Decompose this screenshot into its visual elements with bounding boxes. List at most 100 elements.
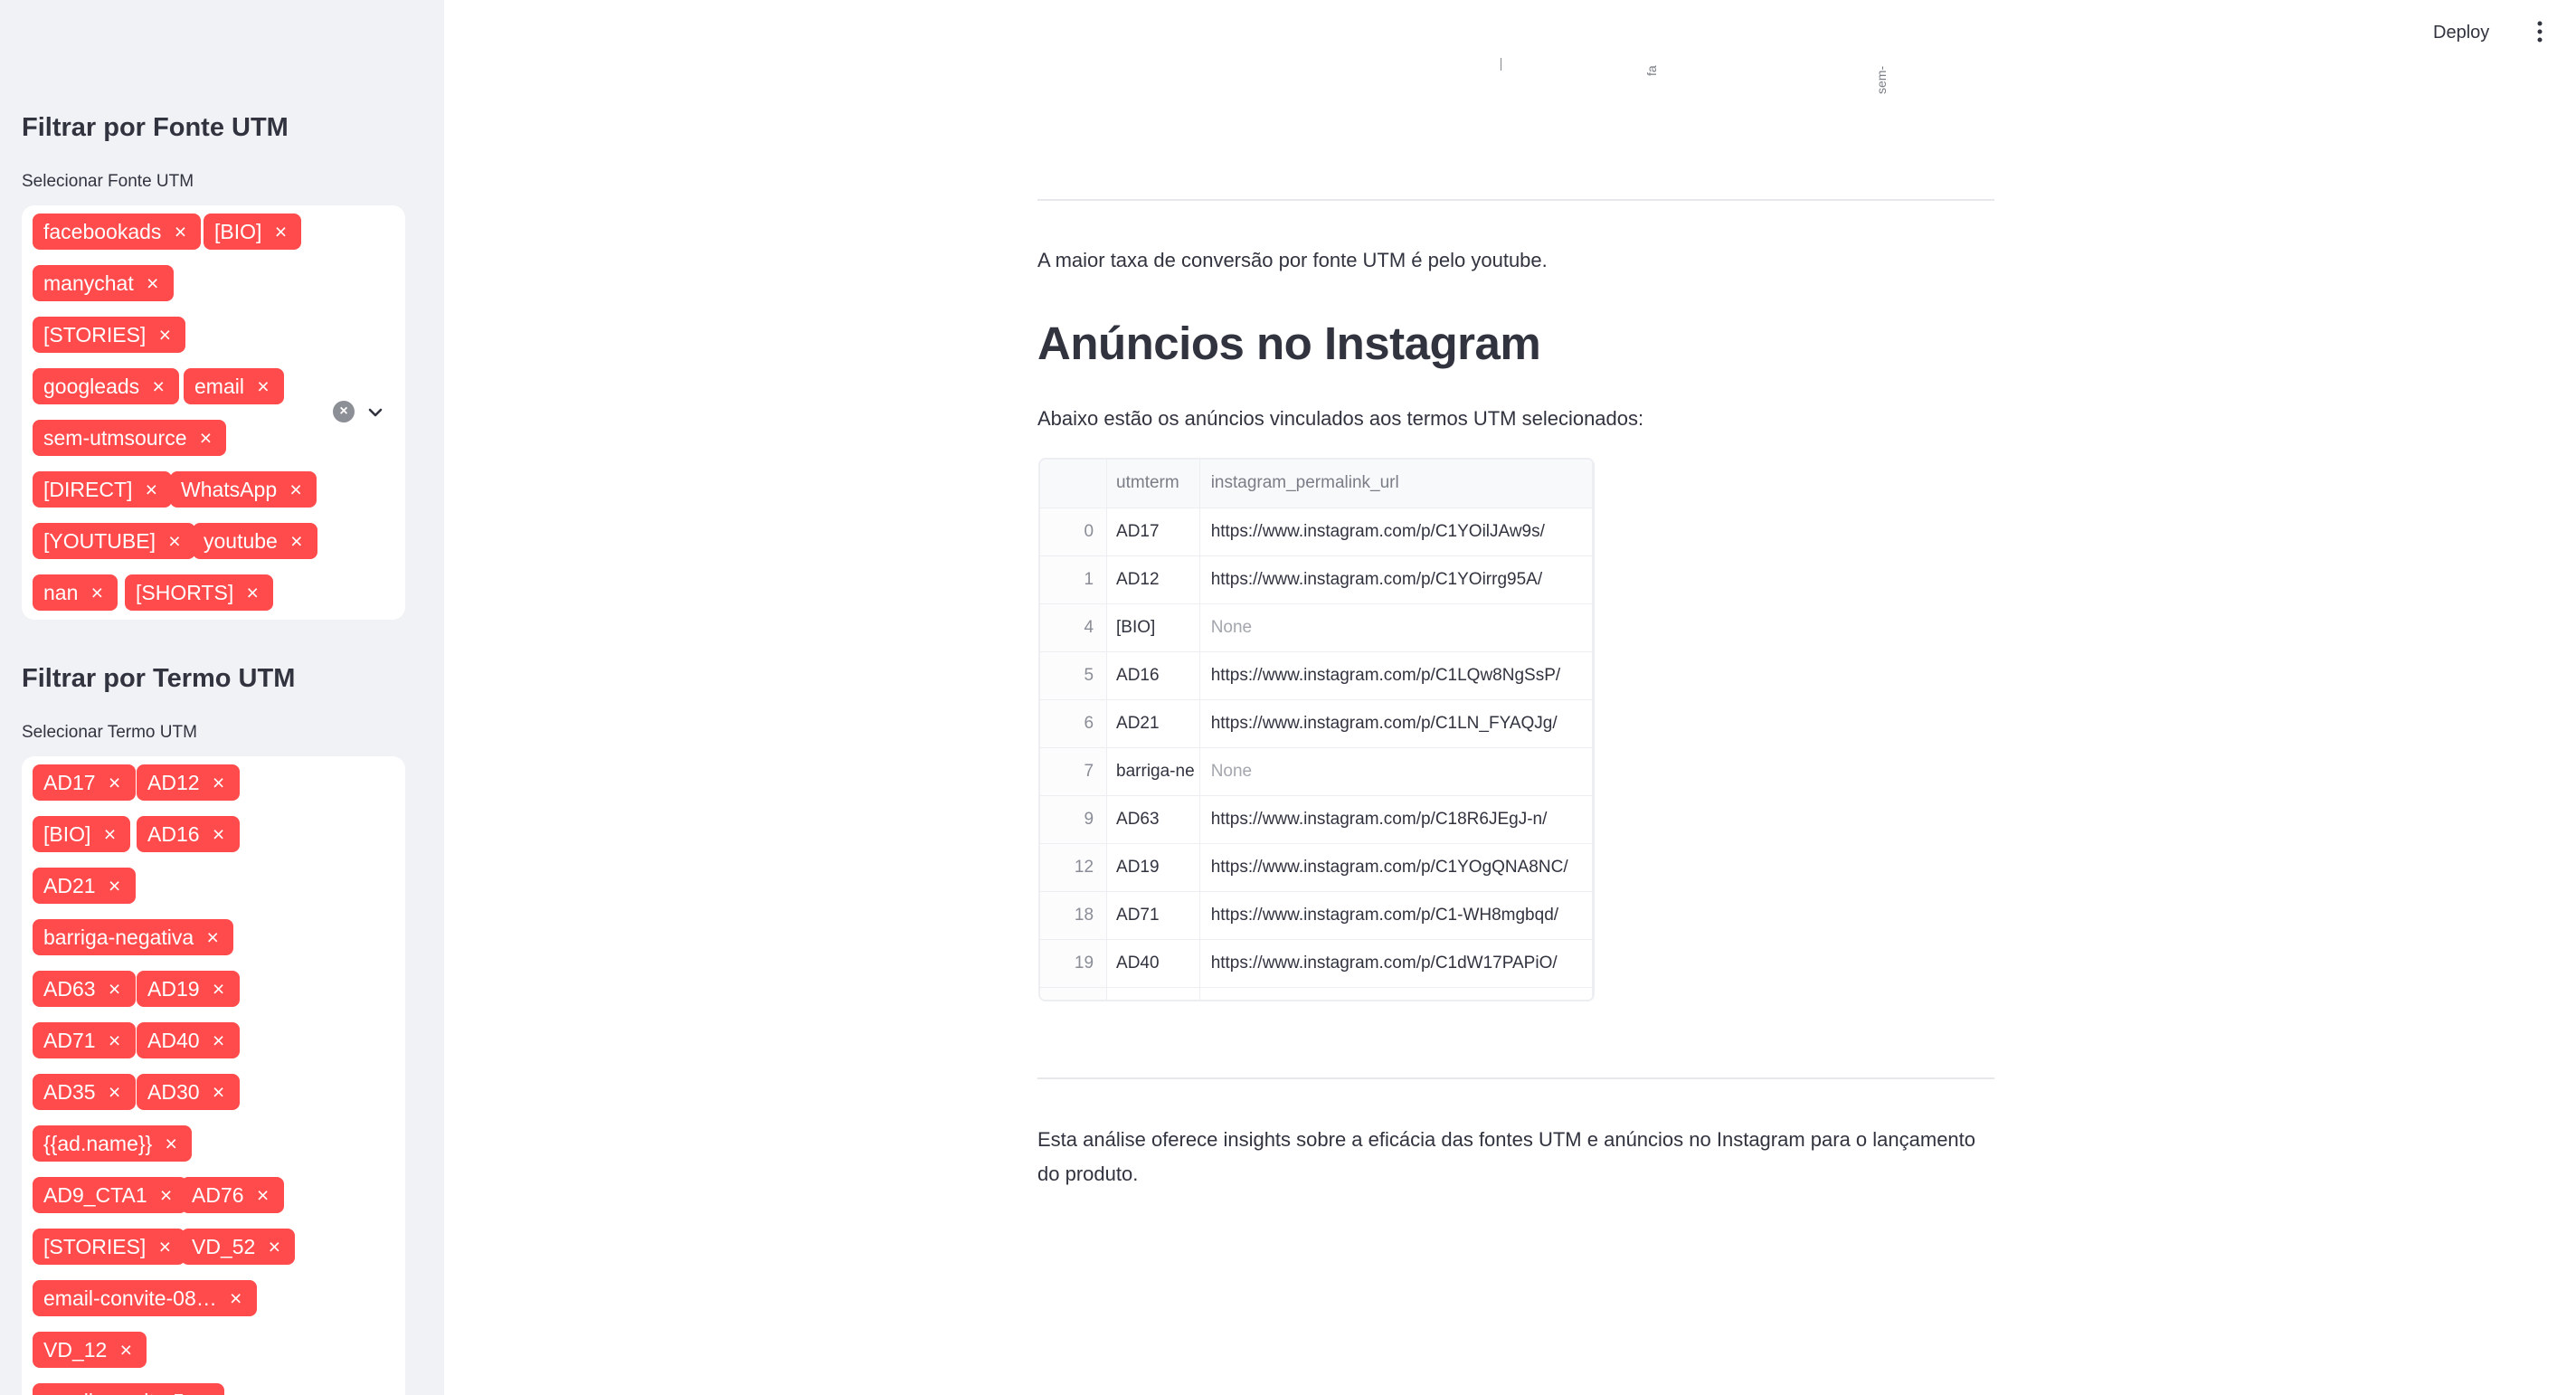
column-header-utmterm[interactable]: utmterm [1106, 460, 1200, 508]
cell-utmterm[interactable]: barriga-ne [1106, 747, 1200, 796]
table-header-row: utmterm instagram_permalink_url [1040, 460, 1593, 508]
remove-tag-icon[interactable]: × [253, 1177, 273, 1213]
row-index: 12 [1040, 843, 1108, 892]
tag-label: [DIRECT] [43, 478, 133, 501]
tag-label: AD71 [43, 1029, 96, 1052]
cell-utmterm[interactable]: AD19 [1106, 843, 1200, 892]
remove-tag-icon[interactable]: × [264, 1229, 284, 1265]
table-row[interactable]: 4 [BIO] None [1040, 603, 1593, 652]
cell-permalink[interactable]: None [1199, 603, 1593, 652]
tag-term: AD63 × [33, 971, 136, 1007]
remove-tag-icon[interactable]: × [141, 471, 161, 508]
remove-tag-icon[interactable]: × [105, 1022, 125, 1058]
table-row[interactable]: 10AD35https://www.instagram.com/p/C1dW17… [1040, 987, 1593, 1000]
ads-dataframe[interactable]: utmterm instagram_permalink_url 0 AD17 htt… [1038, 458, 1595, 1001]
table-row[interactable]: 0 AD17 https://www.instagram.com/p/C1YOilJ… [1040, 508, 1593, 556]
table-row[interactable]: 18 AD71 https://www.instagram.com/p/C1-WH8… [1040, 891, 1593, 940]
remove-tag-icon[interactable]: × [105, 971, 125, 1007]
remove-tag-icon[interactable]: × [105, 764, 125, 801]
term-multiselect[interactable]: AD17 × AD12 × [BIO] × AD16 × AD21 × barriga-n… [22, 756, 405, 1395]
remove-tag-icon[interactable]: × [170, 214, 190, 250]
divider [1037, 1077, 1994, 1079]
cell-permalink[interactable]: None [1199, 747, 1593, 796]
remove-tag-icon[interactable]: × [194, 1383, 213, 1395]
remove-tag-icon[interactable]: × [270, 214, 290, 250]
table-row[interactable]: 19 AD40 https://www.instagram.com/p/C1dW17… [1040, 939, 1593, 988]
remove-tag-icon[interactable]: × [209, 816, 229, 852]
tag-source: [STORIES] × [33, 317, 186, 353]
remove-tag-icon[interactable]: × [156, 1177, 176, 1213]
cell-permalink[interactable]: https://www.instagram.com/p/C18R6JEgJ-n/ [1199, 795, 1593, 844]
tag-term: AD12 × [137, 764, 240, 801]
cell-permalink[interactable]: https://www.instagram.com/p/C1LN_FYAQJg/ [1199, 699, 1593, 748]
sidebar: Filtrar por Fonte UTM Selecionar Fonte U… [0, 0, 444, 1395]
cell-utmterm[interactable]: AD21 [1106, 699, 1200, 748]
tag-label: [STORIES] [43, 1235, 147, 1258]
chevron-down-icon[interactable] [365, 403, 385, 422]
tag-term: AD17 × [33, 764, 136, 801]
remove-tag-icon[interactable]: × [287, 523, 307, 559]
tag-source: [SHORTS] × [125, 574, 274, 611]
remove-tag-icon[interactable]: × [87, 574, 107, 611]
cell-utmterm[interactable]: AD17 [1106, 508, 1200, 556]
remove-tag-icon[interactable]: × [286, 471, 306, 508]
remove-tag-icon[interactable]: × [226, 1280, 246, 1316]
remove-tag-icon[interactable]: × [143, 265, 163, 301]
table-row[interactable]: 5 AD16 https://www.instagram.com/p/C1LQw8N… [1040, 651, 1593, 700]
tag-label: AD17 [43, 771, 96, 794]
cell-utmterm[interactable]: AD63 [1106, 795, 1200, 844]
tag-term: email-convite-5 × [33, 1383, 224, 1395]
remove-tag-icon[interactable]: × [155, 317, 175, 353]
remove-tag-icon[interactable]: × [242, 574, 262, 611]
table-row[interactable]: 12 AD19 https://www.instagram.com/p/C1YOgQ… [1040, 843, 1593, 892]
deploy-button[interactable]: Deploy [2433, 16, 2489, 49]
remove-tag-icon[interactable]: × [209, 971, 229, 1007]
cell-utmterm[interactable]: AD16 [1106, 651, 1200, 700]
kebab-menu-icon[interactable] [2533, 18, 2547, 45]
cell-permalink[interactable]: https://www.instagram.com/p/C1dW17PAPiO/ [1199, 987, 1593, 1000]
cell-utmterm[interactable]: AD40 [1106, 939, 1200, 988]
cell-utmterm[interactable]: AD12 [1106, 555, 1200, 604]
table-row[interactable]: 9 AD63 https://www.instagram.com/p/C18R6JE… [1040, 795, 1593, 844]
remove-tag-icon[interactable]: × [148, 368, 168, 404]
tag-label: nan [43, 581, 79, 604]
cell-utmterm[interactable]: [BIO] [1106, 603, 1200, 652]
tag-term: email-convite-08… × [33, 1280, 257, 1316]
tag-label: VD_12 [43, 1338, 108, 1362]
remove-tag-icon[interactable]: × [155, 1229, 175, 1265]
clear-all-icon[interactable]: × [333, 401, 355, 422]
remove-tag-icon[interactable]: × [161, 1125, 181, 1162]
remove-tag-icon[interactable]: × [253, 368, 273, 404]
cell-permalink[interactable]: https://www.instagram.com/p/C1YOgQNA8NC/ [1199, 843, 1593, 892]
tag-term: AD35 × [33, 1074, 136, 1110]
cell-permalink[interactable]: https://www.instagram.com/p/C1dW17PAPiO/ [1199, 939, 1593, 988]
remove-tag-icon[interactable]: × [209, 1074, 229, 1110]
cell-permalink[interactable]: https://www.instagram.com/p/C1YOirrg95A/ [1199, 555, 1593, 604]
tag-source: [YOUTUBE] × [33, 523, 195, 559]
tag-label: barriga-negativa [43, 925, 194, 949]
source-multiselect[interactable]: facebookads × [BIO] × manychat × [STORIES] ×… [22, 205, 405, 620]
table-row[interactable]: 6 AD21 https://www.instagram.com/p/C1LN_FY… [1040, 699, 1593, 748]
remove-tag-icon[interactable]: × [116, 1332, 136, 1368]
table-row[interactable]: 7 barriga-ne None [1040, 747, 1593, 796]
cell-utmterm[interactable]: AD35 [1106, 987, 1200, 1000]
tag-label: youtube [204, 529, 278, 553]
cell-utmterm[interactable]: AD71 [1106, 891, 1200, 940]
remove-tag-icon[interactable]: × [195, 420, 215, 456]
cell-permalink[interactable]: https://www.instagram.com/p/C1YOilJAw9s/ [1199, 508, 1593, 556]
remove-tag-icon[interactable]: × [203, 919, 223, 955]
remove-tag-icon[interactable]: × [105, 868, 125, 904]
column-header-permalink[interactable]: instagram_permalink_url [1199, 460, 1593, 508]
remove-tag-icon[interactable]: × [165, 523, 185, 559]
remove-tag-icon[interactable]: × [209, 764, 229, 801]
remove-tag-icon[interactable]: × [105, 1074, 125, 1110]
remove-tag-icon[interactable]: × [209, 1022, 229, 1058]
cell-permalink[interactable]: https://www.instagram.com/p/C1LQw8NgSsP/ [1199, 651, 1593, 700]
remove-tag-icon[interactable]: × [99, 816, 119, 852]
tag-label: {{ad.name}} [43, 1132, 153, 1155]
tag-label: AD16 [147, 822, 200, 846]
tag-label: manychat [43, 271, 134, 295]
table-row[interactable]: 1 AD12 https://www.instagram.com/p/C1YOirr… [1040, 555, 1593, 604]
cell-permalink[interactable]: https://www.instagram.com/p/C1-WH8mgbqd/ [1199, 891, 1593, 940]
tag-label: AD9_CTA1 [43, 1183, 147, 1207]
